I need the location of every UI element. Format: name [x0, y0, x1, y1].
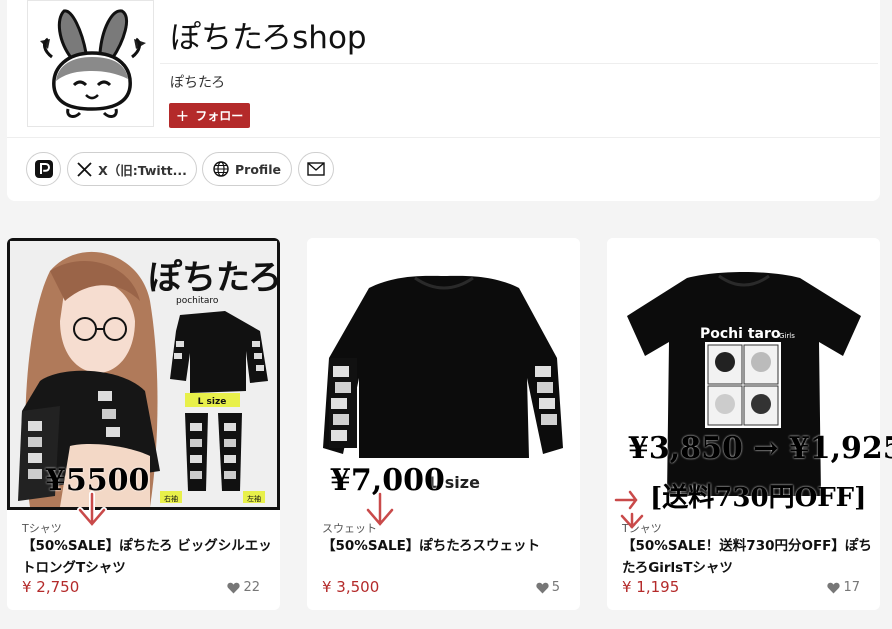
product-card[interactable]: ぽちたろ pochitaro L size 右袖 左袖 Tシャツ 【50%SAL…	[7, 238, 280, 610]
svg-text:右袖: 右袖	[164, 494, 178, 503]
heart-icon	[827, 582, 841, 593]
like-count[interactable]: 22	[227, 580, 260, 595]
product-card[interactable]: Pochi taro Girls Tシャツ 【50%SALE！送料730円分OF…	[607, 238, 880, 610]
shop-name: ぽちたろshop	[170, 20, 367, 56]
like-count[interactable]: 17	[827, 580, 860, 595]
heart-icon	[227, 582, 241, 593]
divider	[160, 63, 878, 64]
product-price: ¥ 3,500	[322, 578, 380, 596]
product-price: ¥ 1,195	[622, 578, 680, 596]
like-count-value: 5	[551, 580, 560, 595]
x-link-label: X（旧:Twitt...	[98, 162, 187, 178]
product-card[interactable]: L size スウェット 【50%SALE】ぽちたろスウェット ¥ 3,500 …	[307, 238, 580, 610]
pixiv-icon	[34, 160, 53, 178]
like-count-value: 17	[843, 580, 860, 595]
pixiv-link-button[interactable]	[26, 152, 61, 186]
svg-text:L size: L size	[198, 397, 227, 407]
like-count[interactable]: 5	[536, 580, 560, 595]
follow-label: フォロー	[195, 109, 244, 123]
image-logo-text: ぽちたろ	[148, 258, 277, 298]
mail-button[interactable]	[298, 152, 334, 186]
heart-icon	[536, 582, 549, 593]
profile-link-button[interactable]: Profile	[202, 152, 292, 186]
product-title[interactable]: 【50%SALE！送料730円分OFF】ぽちたろGirlsTシャツ	[622, 535, 872, 579]
x-logo-icon	[77, 161, 92, 177]
product-title[interactable]: 【50%SALE】ぽちたろスウェット	[322, 535, 572, 557]
follow-button[interactable]: + フォロー	[169, 103, 250, 128]
svg-text:L size: L size	[429, 473, 480, 492]
product-title[interactable]: 【50%SALE】ぽちたろ ビッグシルエットロングTシャツ	[22, 535, 272, 579]
product-price: ¥ 2,750	[22, 578, 80, 596]
plus-icon: +	[175, 105, 190, 125]
product-category: スウェット	[322, 522, 377, 535]
shop-avatar[interactable]	[27, 0, 154, 127]
mail-icon	[307, 162, 325, 176]
profile-link-label: Profile	[235, 161, 281, 177]
svg-text:Pochi taro: Pochi taro	[700, 326, 781, 342]
product-image[interactable]: L size	[307, 238, 580, 510]
owner-name[interactable]: ぽちたろ	[170, 72, 225, 92]
globe-icon	[213, 161, 229, 177]
svg-text:左袖: 左袖	[247, 494, 261, 503]
product-image[interactable]: ぽちたろ pochitaro L size 右袖 左袖	[7, 238, 280, 510]
product-category: Tシャツ	[622, 522, 662, 535]
divider	[7, 137, 880, 138]
rabbit-avatar-icon	[28, 1, 153, 126]
like-count-value: 22	[243, 580, 260, 595]
product-image[interactable]: Pochi taro Girls	[607, 238, 880, 510]
svg-text:Girls: Girls	[779, 332, 795, 340]
x-link-button[interactable]: X（旧:Twitt...	[67, 152, 197, 186]
svg-text:pochitaro: pochitaro	[176, 296, 219, 306]
product-category: Tシャツ	[22, 522, 62, 535]
